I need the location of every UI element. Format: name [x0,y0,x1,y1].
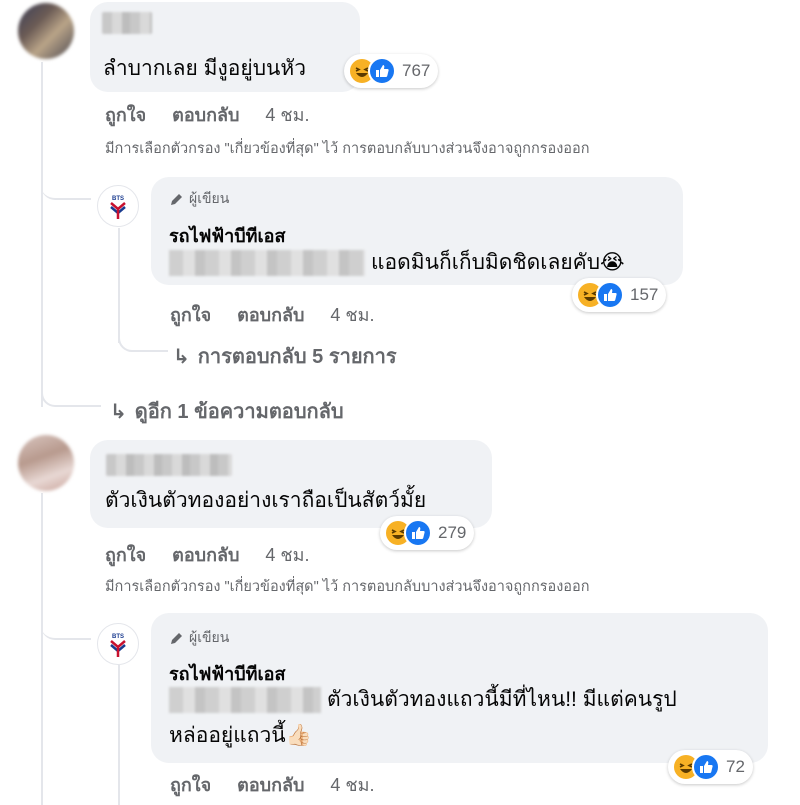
like-icon [404,519,432,547]
reply-bubble: ผู้เขียน รถไฟฟ้าบีทีเอส ตัวเงินตัวทองแถว… [151,613,768,763]
pen-icon [171,193,182,205]
page-avatar[interactable]: BTS [97,185,139,227]
reaction-count: 72 [726,757,745,776]
reaction-summary[interactable]: 157 [572,278,667,312]
view-more-replies-link[interactable]: ↳ ดูอีก 1 ข้อความตอบกลับ [110,395,344,427]
timestamp[interactable]: 4 ชม. [330,300,374,329]
like-button[interactable]: ถูกใจ [170,300,211,329]
svg-text:BTS: BTS [112,634,124,640]
author-badge: ผู้เขียน [169,627,229,649]
reply-arrow-icon: ↳ [173,345,190,368]
page-name[interactable]: รถไฟฟ้าบีทีเอส [169,659,285,688]
reply-text-line2: หล่ออยู่แถวนี้👍🏻 [169,724,312,747]
timestamp[interactable]: 4 ชม. [265,100,309,129]
page-avatar[interactable]: BTS [97,623,139,665]
reply-actions: ถูกใจ ตอบกลับ 4 ชม. [170,300,401,329]
timestamp[interactable]: 4 ชม. [330,770,374,799]
mention-blurred[interactable] [169,687,321,713]
comment-actions: ถูกใจ ตอบกลับ 4 ชม. [105,100,336,129]
comment-bubble: ตัวเงินตัวทองอย่างเราถือเป็นสัตว์มั้ย [90,440,492,528]
reaction-count: 157 [630,285,659,304]
svg-text:BTS: BTS [112,196,124,202]
mention-blurred[interactable] [169,250,365,276]
reply-text-line1: ตัวเงินตัวทองแถวนี้มีที่ไหน!! มีแต่คนรูป [327,688,677,711]
timestamp[interactable]: 4 ชม. [265,540,309,569]
reply-button[interactable]: ตอบกลับ [172,100,239,129]
reaction-count: 767 [402,61,431,80]
reply-button[interactable]: ตอบกลับ [237,300,304,329]
thread-connector [41,385,101,407]
thread-line [41,493,43,805]
author-badge: ผู้เขียน [169,188,229,210]
avatar[interactable] [18,435,74,491]
like-button[interactable]: ถูกใจ [105,540,146,569]
reply-text: แอดมินก็เก็บมิดชิดเลยคับ😭 [371,251,625,274]
filter-note: มีการเลือกตัวกรอง "เกี่ยวข้องที่สุด" ไว้… [105,579,590,595]
thread-line [118,665,120,805]
reply-bubble: ผู้เขียน รถไฟฟ้าบีทีเอส แอดมินก็เก็บมิดช… [151,177,683,285]
reply-button[interactable]: ตอบกลับ [172,540,239,569]
more-replies-link[interactable]: ↳ การตอบกลับ 5 รายการ [173,340,397,372]
bts-logo-icon: BTS [110,196,126,219]
comment-bubble: ลำบากเลย มีงูอยู่บนหัว [90,2,360,92]
commenter-name-blurred[interactable] [102,12,152,34]
commenter-name-blurred[interactable] [106,454,232,476]
reply-actions: ถูกใจ ตอบกลับ 4 ชม. [170,770,401,799]
like-button[interactable]: ถูกใจ [170,770,211,799]
reply-arrow-icon: ↳ [110,400,127,423]
like-button[interactable]: ถูกใจ [105,100,146,129]
reaction-summary[interactable]: 767 [344,54,439,88]
comment-text: ตัวเงินตัวทองอย่างเราถือเป็นสัตว์มั้ย [105,489,427,512]
thread-connector [118,325,168,352]
reaction-summary[interactable]: 279 [380,516,475,550]
comment-text: ลำบากเลย มีงูอยู่บนหัว [103,57,307,80]
like-icon [596,281,624,309]
thread-connector [41,180,91,200]
reaction-count: 279 [438,523,467,542]
like-icon [692,753,720,781]
like-icon [368,57,396,85]
thread-line [41,62,43,407]
page-name[interactable]: รถไฟฟ้าบีทีเอส [169,221,285,250]
thread-connector [41,620,91,640]
filter-note: มีการเลือกตัวกรอง "เกี่ยวข้องที่สุด" ไว้… [105,141,590,157]
avatar[interactable] [18,3,74,59]
reaction-summary[interactable]: 72 [668,750,753,784]
bts-logo-icon: BTS [110,634,126,657]
reply-button[interactable]: ตอบกลับ [237,770,304,799]
pen-icon [171,632,182,644]
comment-actions: ถูกใจ ตอบกลับ 4 ชม. [105,540,336,569]
